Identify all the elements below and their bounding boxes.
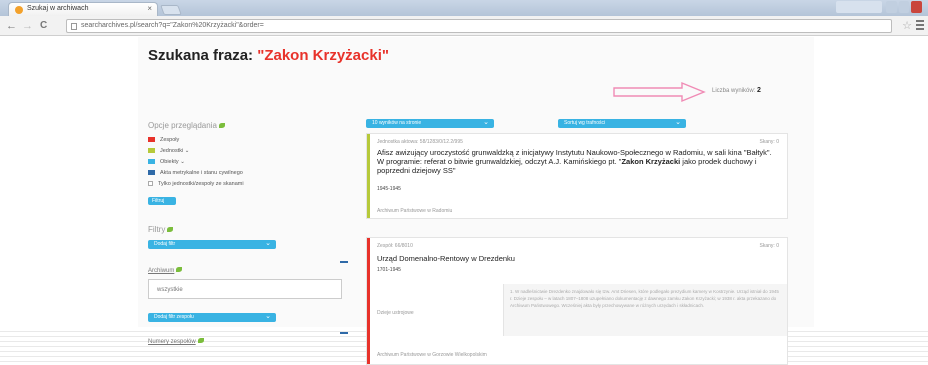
forward-button[interactable]: → [22,19,33,33]
per-page-label: 10 wyników na stronie [372,120,422,126]
leaf-icon [167,227,174,232]
result-archive[interactable]: Archiwum Państwowe w Radomiu [377,208,452,214]
option-zespoly[interactable]: Zespoły [148,134,348,145]
window-user-button[interactable] [836,1,882,13]
swatch-red [148,137,155,142]
option-akta-metrykalne[interactable]: Akta metrykalne i stanu cywilnego [148,167,348,178]
search-phrase-label: Szukana fraza: [148,47,258,64]
reload-button[interactable]: C [40,19,47,33]
pink-arrow-icon [613,81,706,103]
chevron-down-icon: ⌄ [180,158,185,165]
option-label: Obiekty [160,158,179,165]
result-years: 1945-1945 [377,186,401,192]
only-scans-checkbox[interactable] [148,181,153,186]
result-title[interactable]: Afisz awizujący uroczystość grunwaldzką … [377,148,777,175]
window-controls [886,1,923,13]
favicon-icon [15,6,23,14]
option-obiekty[interactable]: Obiekty ⌄ [148,156,348,167]
browser-tab[interactable]: Szukaj w archiwach × [8,2,158,16]
only-scans-label: Tylko jednostki/zespoły ze skanami [158,180,244,187]
only-scans-option[interactable]: Tylko jednostki/zespoły ze skanami [148,178,348,189]
options-title: Opcje przeglądania [148,121,348,130]
page-content: Szukana fraza: "Zakon Krzyżacki" Liczba … [0,37,928,365]
minus-icon[interactable] [340,332,348,334]
sort-select[interactable]: Sortuj wg trafności ⌄ [558,119,686,128]
result-type-bar [367,134,370,218]
leaf-icon [218,123,225,128]
options-title-text: Opcje przeglądania [148,121,217,130]
window-close-button[interactable] [911,1,923,13]
option-label: Zespoły [160,136,180,143]
browser-toolbar: ← → C searcharchives.pl/search?q="Zakon%… [0,16,928,36]
browser-tab-strip: Szukaj w archiwach × [0,0,928,16]
result-card[interactable]: Jednostka aktowa: 58/1283/0/12.2/995 Ska… [366,133,788,219]
result-scans: Skany: 0 [759,243,779,249]
result-meta: Jednostka aktowa: 58/1283/0/12.2/995 [377,139,463,145]
add-zespol-filter-select[interactable]: Dodaj filtr zespołu ⌄ [148,313,276,322]
minimize-button[interactable] [886,1,897,13]
result-title[interactable]: Urząd Domenalno-Rentowy w Drezdenku [377,254,777,263]
maximize-button[interactable] [898,1,910,13]
result-title-highlight: Zakon Krzyżacki [621,157,681,166]
description-label: Dzieje ustrojowe [377,310,414,316]
filter-button[interactable]: Filtruj [148,197,176,205]
swatch-navy [148,170,155,175]
page-icon [71,23,77,30]
zespol-numbers-label: Numery zespołów [148,339,196,345]
add-zespol-filter-label: Dodaj filtr zespołu [154,314,194,320]
option-label: Jednostki [160,147,184,154]
swatch-blue [148,159,155,164]
chevron-down-icon: ⌄ [483,119,489,126]
filters-title-text: Filtry [148,225,166,234]
archive-label: Archiwum [148,268,175,274]
swatch-green [148,148,155,153]
new-tab-button[interactable] [160,5,182,15]
chevron-down-icon: ⌄ [265,240,271,247]
result-meta: Zespół: 66/8010 [377,243,413,249]
option-jednostki[interactable]: Jednostki ⌄ [148,145,348,156]
description-text: 1. W nadleśnictwie Drezdenko znajdowało … [503,284,787,336]
star-icon[interactable]: ☆ [902,19,912,33]
result-card[interactable]: Zespół: 66/8010 Skany: 0 Urząd Domenalno… [366,237,788,365]
menu-icon[interactable] [916,20,924,30]
tab-close-icon[interactable]: × [147,4,152,13]
results-count: Liczba wyników: 2 [712,87,761,94]
per-page-select[interactable]: 10 wyników na stronie ⌄ [366,119,494,128]
search-phrase: "Zakon Krzyżacki" [257,47,389,64]
left-panel: Opcje przeglądania Zespoły Jednostki ⌄ O… [148,121,348,348]
chevron-down-icon: ⌄ [675,119,681,126]
address-url: searcharchives.pl/search?q="Zakon%20Krzy… [81,22,264,29]
archive-field-value: wszystkie [157,287,183,293]
result-type-bar [367,238,370,364]
chevron-down-icon: ⌄ [265,313,271,320]
back-button[interactable]: ← [6,19,17,33]
result-years: 1701-1945 [377,267,401,273]
option-label: Akta metrykalne i stanu cywilnego [160,169,243,176]
zespol-numbers-filter: Numery zespołów [148,330,348,348]
sort-label: Sortuj wg trafności [564,120,606,126]
options-list: Zespoły Jednostki ⌄ Obiekty ⌄ Akta metry… [148,134,348,189]
chevron-down-icon: ⌄ [184,147,190,154]
leaf-icon [176,267,183,272]
archive-filter: Archiwum wszystkie [148,259,348,299]
result-scans: Skany: 0 [759,139,779,145]
page-title: Szukana fraza: "Zakon Krzyżacki" [148,47,389,64]
address-bar[interactable]: searcharchives.pl/search?q="Zakon%20Krzy… [66,19,892,33]
filters-title: Filtry [148,225,348,234]
results-count-value: 2 [757,87,761,94]
add-filter-label: Dodaj filtr [154,241,176,247]
result-archive[interactable]: Archiwum Państwowe w Gorzowie Wielkopols… [377,352,487,358]
minus-icon[interactable] [340,261,348,263]
results-count-label: Liczba wyników: [712,88,758,94]
tab-title: Szukaj w archiwach [27,5,89,12]
archive-field[interactable]: wszystkie [148,279,342,299]
leaf-icon [197,338,204,343]
add-filter-select[interactable]: Dodaj filtr ⌄ [148,240,276,249]
